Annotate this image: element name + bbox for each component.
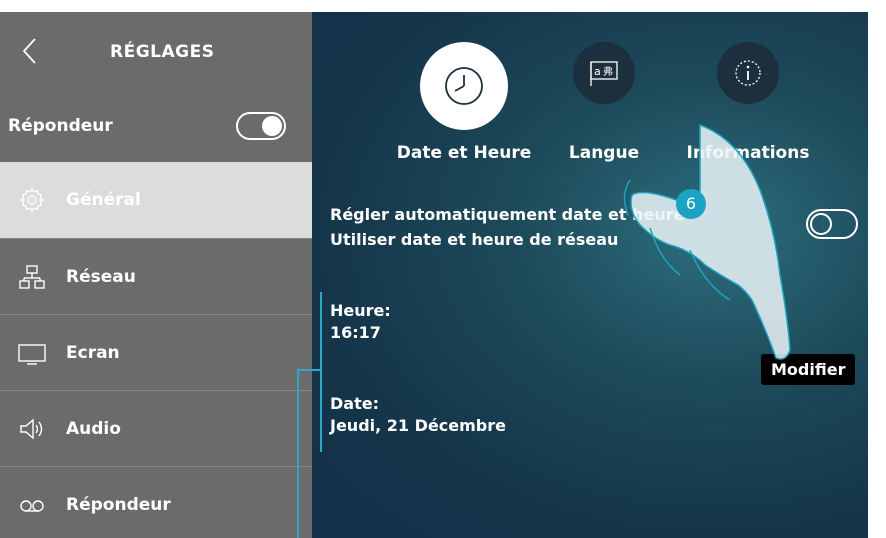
tab-date-time[interactable]: Date et Heure [384, 12, 544, 172]
date-value: Jeudi, 21 Décembre [330, 416, 506, 435]
sidebar-item-label: Audio [66, 419, 121, 439]
sidebar-title: RÉGLAGES [110, 42, 215, 62]
settings-sidebar: RÉGLAGES Répondeur Général Réseau Ecran … [0, 12, 312, 538]
network-icon [19, 265, 45, 289]
sidebar-item-label: Réseau [66, 267, 136, 287]
main-panel: Date et Heure a 弗 Langue Informations Ré… [312, 12, 868, 538]
sidebar-header: RÉGLAGES [0, 12, 312, 92]
clock-icon [445, 67, 483, 105]
tab-label: Langue [568, 143, 640, 163]
sidebar-item-network[interactable]: Réseau [0, 238, 312, 314]
auto-date-toggle[interactable] [806, 209, 858, 239]
modify-button[interactable]: Modifier [761, 354, 856, 385]
back-chevron-icon[interactable] [20, 36, 40, 66]
sidebar-item-screen[interactable]: Ecran [0, 314, 312, 390]
sidebar-item-label: Répondeur [66, 495, 171, 515]
tab-language[interactable]: a 弗 Langue [524, 12, 684, 172]
sidebar-item-answering-machine[interactable]: Répondeur [0, 466, 312, 538]
answering-machine-label: Répondeur [8, 116, 113, 136]
voicemail-icon [20, 500, 44, 512]
svg-text:弗: 弗 [603, 65, 613, 78]
time-value: 16:17 [330, 323, 381, 342]
fields-divider-line [320, 292, 322, 452]
date-label: Date: [330, 394, 379, 413]
info-icon [735, 60, 761, 86]
tab-circle [717, 42, 779, 104]
toggle-knob [810, 213, 832, 235]
time-field: Heure: 16:17 [330, 300, 391, 344]
answering-machine-toggle[interactable] [236, 112, 286, 140]
svg-text:a: a [594, 65, 601, 78]
auto-date-setting: Régler automatiquement date et heure Uti… [330, 202, 684, 252]
auto-date-subtitle: Utiliser date et heure de réseau [330, 230, 619, 249]
tab-circle: a 弗 [573, 42, 635, 104]
step-number-badge: 6 [676, 189, 706, 219]
toggle-knob [262, 116, 282, 136]
date-field: Date: Jeudi, 21 Décembre [330, 393, 506, 437]
speaker-icon [20, 418, 43, 440]
tab-label: Date et Heure [396, 143, 532, 163]
gear-icon [19, 187, 45, 213]
sidebar-item-label: Ecran [66, 343, 120, 363]
tab-circle [420, 42, 508, 130]
answering-machine-toggle-row: Répondeur [0, 92, 312, 162]
tab-information[interactable]: Informations [668, 12, 828, 172]
monitor-icon [18, 344, 46, 365]
device-screen: RÉGLAGES Répondeur Général Réseau Ecran … [0, 12, 868, 538]
language-icon: a 弗 [590, 61, 618, 86]
time-label: Heure: [330, 301, 391, 320]
sidebar-item-general[interactable]: Général [0, 162, 312, 238]
tab-label: Informations [686, 143, 810, 163]
auto-date-title: Régler automatiquement date et heure [330, 205, 685, 224]
sidebar-item-audio[interactable]: Audio [0, 390, 312, 466]
sidebar-item-label: Général [66, 190, 141, 210]
